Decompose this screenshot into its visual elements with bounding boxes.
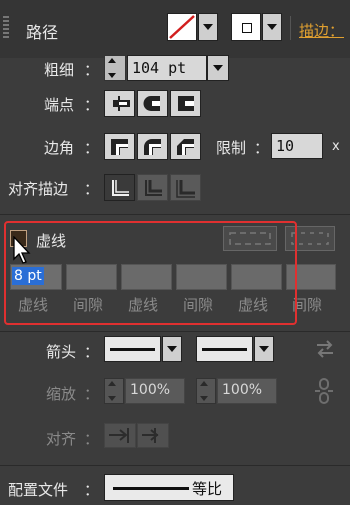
end-scale-input[interactable]: 100%	[217, 378, 277, 404]
weight-colon: ：	[84, 61, 100, 79]
profile-value: 等比	[192, 480, 223, 498]
divider	[0, 214, 350, 215]
panel-title: 路径	[26, 23, 59, 42]
stroke-panel-link[interactable]: 描边：	[299, 20, 344, 41]
limit-label: 限制	[216, 139, 247, 157]
profile-colon: ：	[84, 481, 100, 499]
align-inside-button[interactable]	[137, 174, 168, 201]
end-arrowhead-dropdown[interactable]	[254, 336, 274, 362]
header-divider	[290, 16, 291, 40]
bevel-join-button[interactable]	[170, 133, 201, 160]
align-inside-icon	[145, 180, 162, 196]
square-icon	[242, 23, 252, 33]
round-cap-button[interactable]	[137, 90, 168, 117]
start-scale-value: 100%	[130, 382, 171, 398]
corner-label: 边角	[44, 139, 75, 157]
no-color-slash-icon	[169, 15, 195, 39]
arrow-extend-icon	[109, 428, 129, 443]
round-join-button[interactable]	[137, 133, 168, 160]
place-arrow-button[interactable]	[137, 423, 169, 448]
align-outside-button[interactable]	[170, 174, 201, 201]
end-scale-value: 100%	[222, 382, 263, 398]
end-scale-stepper[interactable]	[196, 378, 216, 404]
butt-cap-button[interactable]	[104, 90, 135, 117]
line-preview	[110, 348, 155, 351]
scale-colon: ：	[84, 385, 100, 403]
limit-input[interactable]: 10	[271, 133, 323, 159]
arrowhead-colon: ：	[84, 343, 100, 361]
start-arrowhead-dropdown[interactable]	[162, 336, 182, 362]
miter-join-button[interactable]	[104, 133, 135, 160]
swap-arrows-icon[interactable]	[314, 338, 336, 360]
align-outside-icon	[176, 180, 195, 198]
align-center-button[interactable]	[104, 174, 135, 201]
weight-stepper[interactable]	[104, 55, 126, 81]
arrowhead-label: 箭头	[46, 343, 77, 361]
limit-colon: ：	[254, 139, 270, 157]
start-scale-stepper[interactable]	[104, 378, 124, 404]
end-arrowhead-select[interactable]	[196, 336, 253, 362]
line-preview	[113, 487, 189, 490]
limit-suffix: x	[332, 139, 340, 154]
weight-value: 104 pt	[132, 59, 187, 77]
divider	[0, 331, 350, 332]
bevel-join-icon	[177, 139, 194, 155]
profile-label: 配置文件	[8, 481, 69, 499]
fill-style-swatch[interactable]	[231, 13, 261, 41]
link-scale-icon[interactable]	[313, 377, 335, 405]
start-arrowhead-select[interactable]	[104, 336, 161, 362]
profile-select[interactable]: 等比	[104, 474, 234, 501]
butt-cap-icon	[113, 96, 130, 111]
projecting-cap-button[interactable]	[170, 90, 201, 117]
stroke-color-swatch[interactable]	[167, 13, 197, 41]
limit-value: 10	[276, 137, 295, 155]
divider	[0, 465, 350, 466]
align-stroke-colon: ：	[84, 180, 100, 198]
start-scale-input[interactable]: 100%	[125, 378, 185, 404]
arrow-align-colon: ：	[84, 430, 100, 448]
miter-join-icon	[111, 139, 128, 155]
projecting-cap-icon	[178, 96, 194, 111]
scale-label: 缩放	[46, 385, 77, 403]
round-cap-icon	[143, 96, 160, 111]
line-preview	[202, 348, 247, 351]
corner-colon: ：	[84, 139, 100, 157]
weight-label: 粗细	[44, 61, 75, 79]
align-center-icon	[112, 180, 129, 196]
extend-arrow-button[interactable]	[104, 423, 136, 448]
align-stroke-label: 对齐描边	[8, 180, 69, 198]
arrow-align-label: 对齐	[46, 430, 77, 448]
stroke-color-dropdown[interactable]	[198, 13, 218, 41]
highlight-box	[4, 221, 297, 325]
grip-icon	[3, 16, 9, 38]
arrow-place-icon	[142, 428, 159, 443]
cap-colon: ：	[84, 96, 100, 114]
weight-input[interactable]: 104 pt	[127, 55, 207, 81]
fill-style-dropdown[interactable]	[262, 13, 282, 41]
cap-label: 端点	[44, 96, 75, 114]
mouse-cursor-icon	[13, 236, 31, 264]
round-join-icon	[144, 139, 161, 155]
weight-dropdown[interactable]	[207, 55, 229, 81]
